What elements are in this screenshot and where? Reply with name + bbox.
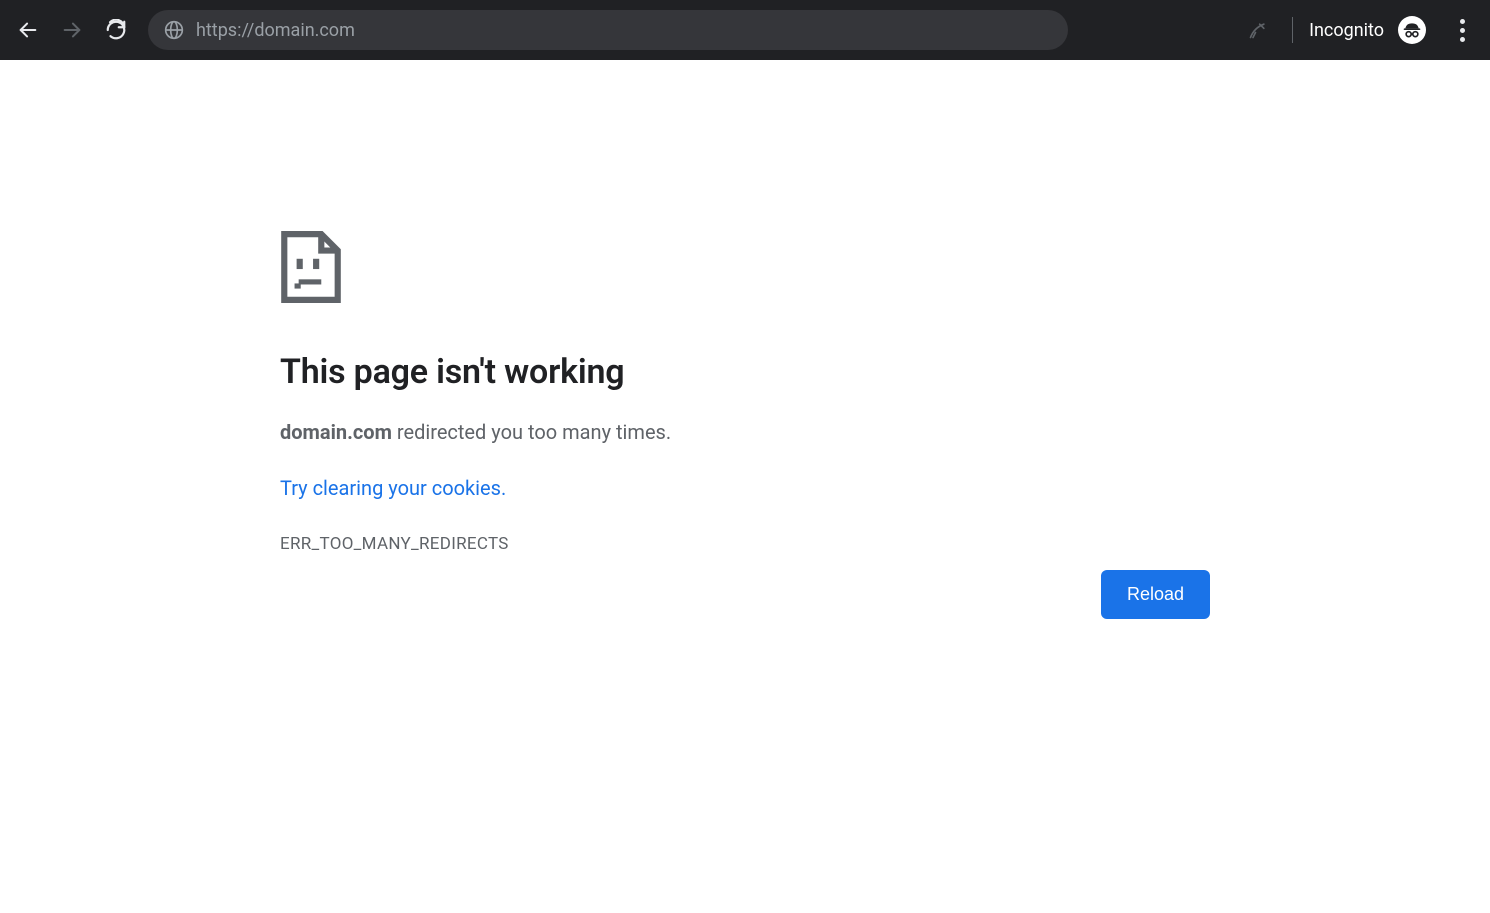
dot-icon bbox=[1460, 37, 1465, 42]
globe-icon bbox=[164, 20, 184, 40]
dot-icon bbox=[1460, 28, 1465, 33]
address-bar[interactable]: https://domain.com bbox=[148, 10, 1068, 50]
error-title: This page isn't working bbox=[280, 352, 1210, 392]
error-message-suffix: redirected you too many times. bbox=[392, 420, 671, 444]
forward-button[interactable] bbox=[54, 12, 90, 48]
clear-cookies-link[interactable]: Try clearing your cookies. bbox=[280, 476, 506, 500]
sad-file-icon bbox=[280, 230, 342, 304]
url-text: https://domain.com bbox=[196, 20, 355, 41]
toolbar-separator bbox=[1292, 17, 1293, 43]
reload-nav-button[interactable] bbox=[98, 12, 134, 48]
extensions-button[interactable] bbox=[1240, 12, 1276, 48]
arrow-right-icon bbox=[61, 19, 83, 41]
incognito-icon bbox=[1402, 20, 1422, 40]
quill-icon bbox=[1248, 20, 1268, 40]
incognito-badge[interactable] bbox=[1398, 16, 1426, 44]
browser-menu-button[interactable] bbox=[1444, 12, 1480, 48]
reload-button[interactable]: Reload bbox=[1101, 570, 1210, 619]
error-interstitial: This page isn't working domain.com redir… bbox=[280, 60, 1210, 554]
page-body: This page isn't working domain.com redir… bbox=[0, 60, 1490, 554]
arrow-left-icon bbox=[17, 19, 39, 41]
incognito-label: Incognito bbox=[1309, 20, 1384, 41]
reload-icon bbox=[105, 19, 127, 41]
dot-icon bbox=[1460, 19, 1465, 24]
browser-toolbar: https://domain.com Incognito bbox=[0, 0, 1490, 60]
error-message: domain.com redirected you too many times… bbox=[280, 420, 1210, 444]
error-domain: domain.com bbox=[280, 420, 392, 444]
back-button[interactable] bbox=[10, 12, 46, 48]
error-code: ERR_TOO_MANY_REDIRECTS bbox=[280, 534, 1210, 554]
